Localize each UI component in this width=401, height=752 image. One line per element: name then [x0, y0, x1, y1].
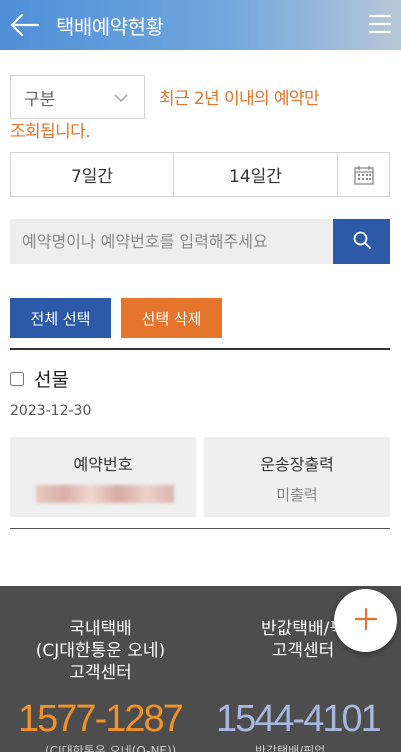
list-divider-bottom: [10, 528, 390, 529]
period-7days-button[interactable]: 7일간: [11, 153, 174, 196]
list-divider: [10, 348, 390, 350]
domestic-phone-link[interactable]: 1577-1287: [18, 698, 184, 741]
category-select-label: 구분: [24, 89, 56, 110]
reservation-title: 선물: [34, 369, 69, 391]
reservation-number-redacted: [36, 485, 174, 503]
period-14days-button[interactable]: 14일간: [174, 153, 338, 196]
reservation-number-label: 예약번호: [73, 455, 133, 474]
halfprice-subtext: 반값택배/픽업: [255, 744, 326, 752]
waybill-print-label: 운송장출력: [260, 455, 334, 474]
category-select[interactable]: 구분: [10, 75, 145, 119]
reservation-checkbox[interactable]: [10, 372, 24, 386]
page-title: 택배예약현황: [56, 15, 164, 39]
domestic-subtext: (CJ대한통운 오네(O-NE)): [45, 744, 177, 752]
select-all-button[interactable]: 전체 선택: [10, 298, 111, 338]
halfprice-phone-link[interactable]: 1544-4101: [216, 698, 382, 741]
period-selector: 7일간 14일간: [10, 152, 390, 197]
hamburger-menu-icon[interactable]: [368, 13, 392, 35]
search-icon: [352, 230, 372, 254]
calendar-icon[interactable]: [338, 153, 389, 196]
domestic-center-line1: 국내택배: [69, 619, 132, 639]
domestic-center-info: 국내택배 (CJ대한통운 오네) 고객센터: [18, 618, 183, 684]
period-notice-cont: 조회됩니다.: [10, 122, 91, 142]
delete-selected-button[interactable]: 선택 삭제: [121, 298, 222, 338]
reservation-number-box: 예약번호: [10, 437, 196, 517]
period-notice: 최근 2년 이내의 예약만: [159, 89, 320, 109]
chevron-down-icon: [114, 90, 128, 104]
back-arrow-icon[interactable]: [9, 11, 40, 39]
plus-icon: [354, 607, 377, 634]
domestic-center-line2: (CJ대한통운 오네): [35, 641, 166, 661]
add-reservation-button[interactable]: [334, 589, 397, 652]
app-header: 택배예약현황: [0, 0, 401, 50]
reservation-date: 2023-12-30: [10, 403, 92, 419]
waybill-print-box[interactable]: 운송장출력 미출력: [204, 437, 390, 517]
search-button[interactable]: [333, 219, 390, 264]
search-input[interactable]: [10, 219, 333, 264]
domestic-center-line3: 고객센터: [69, 663, 132, 683]
waybill-print-status: 미출력: [276, 486, 318, 504]
